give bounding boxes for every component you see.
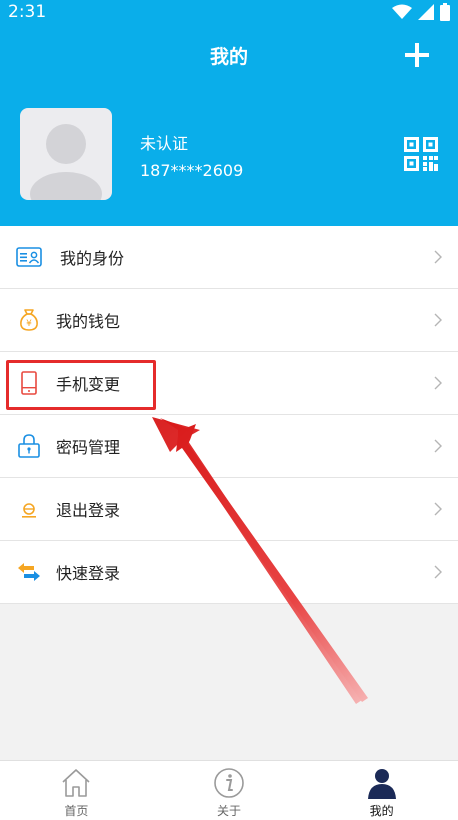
status-time: 2:31 [8,2,47,22]
wifi-icon [392,4,412,19]
qr-code-icon[interactable] [404,137,438,171]
menu-item-change-phone[interactable]: 手机变更 [0,352,458,415]
chevron-right-icon [434,250,442,264]
menu-item-label: 密码管理 [56,438,121,457]
user-icon [367,769,396,799]
swap-icon [18,563,40,581]
menu-item-identity[interactable]: 我的身份 [0,226,458,289]
wallet-icon: ¥ [20,309,38,331]
status-bar: 2:31 [0,0,458,24]
add-icon[interactable] [402,40,432,70]
info-icon [214,768,244,798]
tab-label: 首页 [64,804,89,818]
id-card-icon [16,247,42,267]
menu-item-logout[interactable]: 退出登录 [0,478,458,541]
menu-item-label: 快速登录 [56,564,121,583]
tab-mine[interactable]: 我的 [305,761,458,820]
battery-icon [440,3,450,21]
verification-status: 未认证 [140,134,189,153]
avatar[interactable] [20,108,112,200]
menu-item-password[interactable]: 密码管理 [0,415,458,478]
status-icons [392,3,450,21]
menu-item-label: 我的钱包 [56,312,121,331]
default-avatar-icon [30,124,102,200]
tab-label: 我的 [369,804,394,818]
chevron-right-icon [434,439,442,453]
logout-icon [22,503,36,518]
chevron-right-icon [434,313,442,327]
profile-header: 2:31 我的 未认证 187****2609 [0,0,458,226]
phone-icon [21,371,37,395]
chevron-right-icon [434,565,442,579]
tab-label: 关于 [217,804,242,818]
svg-text:¥: ¥ [26,319,32,329]
tab-about[interactable]: 关于 [153,761,306,820]
chevron-right-icon [434,376,442,390]
menu-item-label: 手机变更 [56,375,121,394]
bottom-tab-bar: 首页 关于 我的 [0,760,458,820]
settings-menu: 我的身份 ¥ 我的钱包 手机变更 密码管理 退出登录 快速登录 [0,226,458,604]
menu-item-quick-login[interactable]: 快速登录 [0,541,458,604]
home-icon [62,769,90,797]
lock-icon [18,434,40,458]
signal-icon [418,4,434,20]
menu-item-wallet[interactable]: ¥ 我的钱包 [0,289,458,352]
tab-home[interactable]: 首页 [0,761,153,820]
chevron-right-icon [434,502,442,516]
profile-phone: 187****2609 [140,161,244,180]
menu-item-label: 我的身份 [60,249,125,268]
menu-item-label: 退出登录 [56,501,121,520]
page-title: 我的 [209,46,248,68]
